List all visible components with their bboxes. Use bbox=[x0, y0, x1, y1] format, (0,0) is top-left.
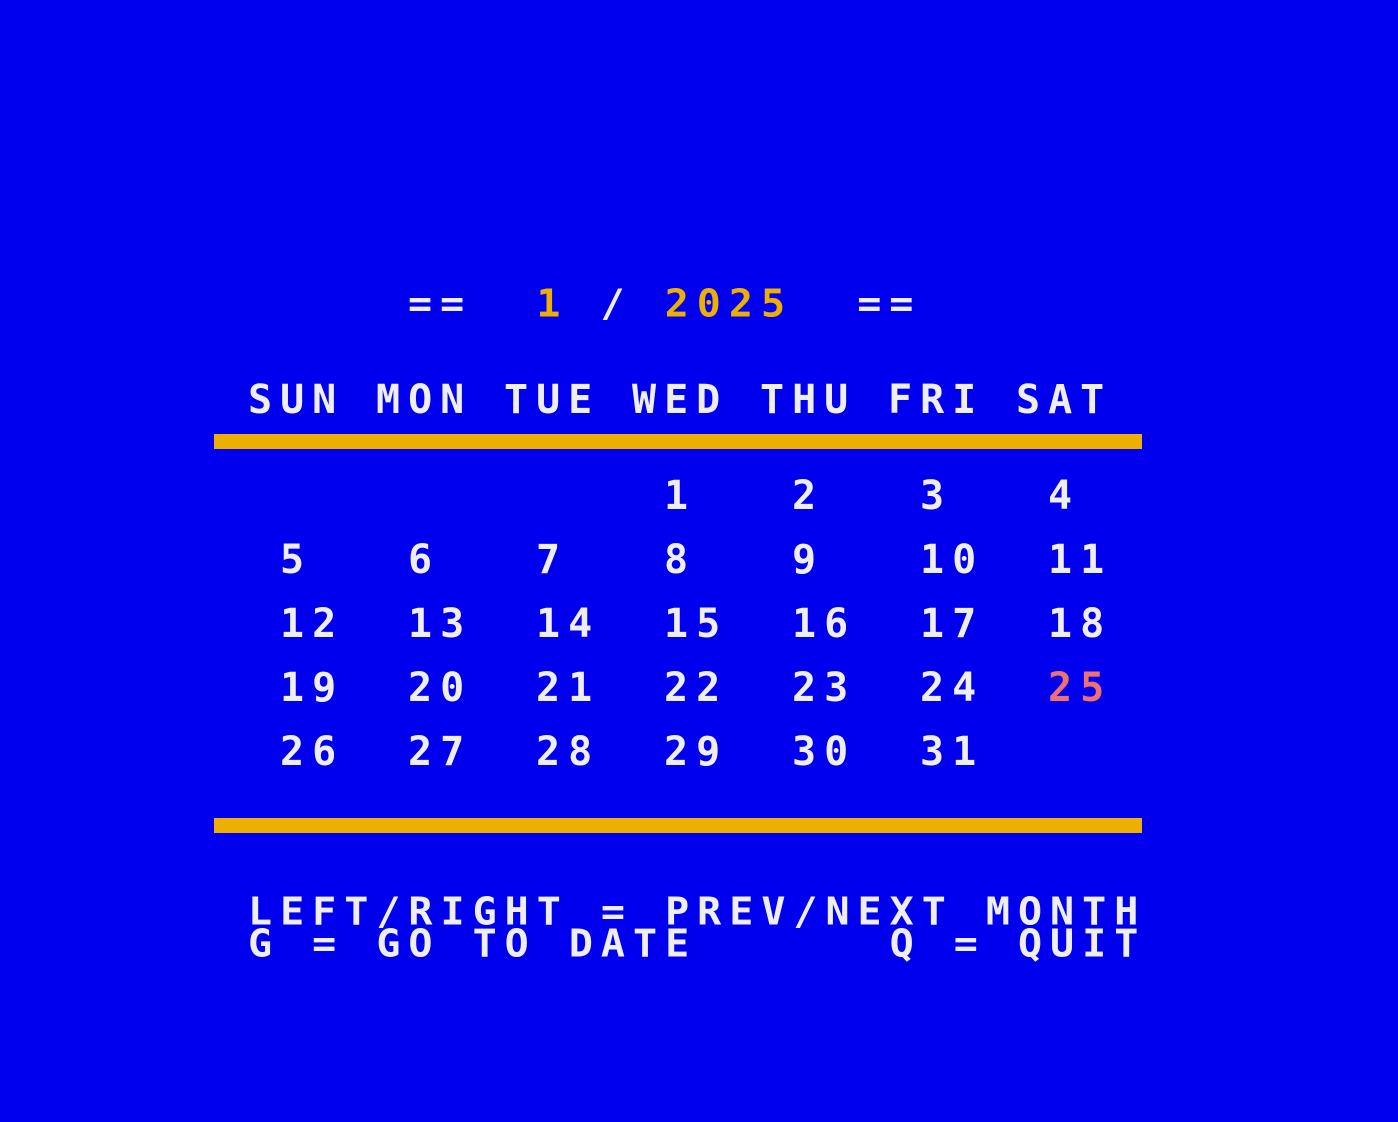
title-left-deco: == bbox=[408, 282, 473, 326]
day-cell[interactable]: 24 bbox=[920, 668, 984, 708]
day-cell[interactable]: 17 bbox=[920, 604, 984, 644]
year-number: 2025 bbox=[664, 282, 794, 326]
weekday-sat: SAT bbox=[1016, 377, 1113, 423]
day-cell[interactable]: 13 bbox=[408, 604, 472, 644]
day-cell[interactable]: 22 bbox=[664, 668, 728, 708]
bottom-divider bbox=[214, 818, 1142, 833]
day-cell[interactable]: 30 bbox=[792, 732, 856, 772]
day-cell[interactable]: 19 bbox=[280, 668, 344, 708]
day-cell[interactable]: 21 bbox=[536, 668, 600, 708]
day-cell[interactable]: 6 bbox=[408, 540, 440, 580]
weekday-sun: SUN bbox=[248, 377, 345, 423]
weekday-fri: FRI bbox=[888, 377, 985, 423]
day-cell[interactable]: 2 bbox=[792, 476, 824, 516]
day-cell[interactable]: 10 bbox=[920, 540, 984, 580]
day-cell[interactable]: 1 bbox=[664, 476, 696, 516]
top-divider bbox=[214, 434, 1142, 449]
month-year-title: == 1 / 2025 == bbox=[408, 285, 921, 323]
day-cell[interactable]: 27 bbox=[408, 732, 472, 772]
day-cell[interactable]: 31 bbox=[920, 732, 984, 772]
day-cell[interactable]: 28 bbox=[536, 732, 600, 772]
day-cell[interactable]: 4 bbox=[1048, 476, 1080, 516]
day-cell[interactable]: 12 bbox=[280, 604, 344, 644]
day-cell[interactable]: 15 bbox=[664, 604, 728, 644]
weekday-thu: THU bbox=[760, 377, 857, 423]
title-right-deco: == bbox=[857, 282, 922, 326]
day-cell[interactable]: 23 bbox=[792, 668, 856, 708]
day-cell[interactable]: 29 bbox=[664, 732, 728, 772]
day-cell[interactable]: 7 bbox=[536, 540, 568, 580]
day-cell[interactable]: 16 bbox=[792, 604, 856, 644]
day-cell[interactable]: 8 bbox=[664, 540, 696, 580]
day-cell[interactable]: 26 bbox=[280, 732, 344, 772]
day-cell-today[interactable]: 25 bbox=[1048, 668, 1112, 708]
weekday-wed: WED bbox=[632, 377, 729, 423]
day-cell[interactable]: 14 bbox=[536, 604, 600, 644]
day-cell[interactable]: 3 bbox=[920, 476, 952, 516]
weekday-mon: MON bbox=[376, 377, 473, 423]
day-cell[interactable]: 11 bbox=[1048, 540, 1112, 580]
month-number: 1 bbox=[536, 282, 569, 326]
day-cell[interactable]: 5 bbox=[280, 540, 312, 580]
title-separator: / bbox=[600, 282, 633, 326]
day-cell[interactable]: 20 bbox=[408, 668, 472, 708]
weekday-tue: TUE bbox=[504, 377, 601, 423]
day-cell[interactable]: 9 bbox=[792, 540, 824, 580]
day-cell[interactable]: 18 bbox=[1048, 604, 1112, 644]
help-commands: G = GO TO DATE Q = QUIT bbox=[248, 922, 1147, 966]
